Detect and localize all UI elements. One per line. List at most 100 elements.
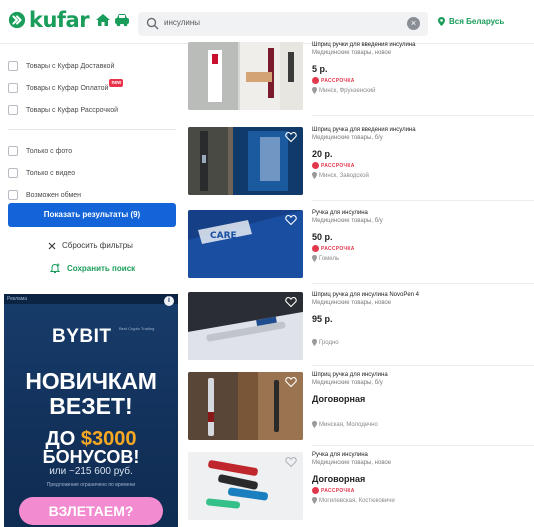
listing-price: 20 р. [312,149,333,159]
listing-title[interactable]: Шприц ручка для введения инсулина [312,126,534,134]
listing-photo[interactable] [188,42,303,110]
new-badge: new [109,79,124,87]
ad-topbar [4,294,178,304]
ad-headline-1: НОВИЧКАМ [25,368,157,394]
listing-photo[interactable] [188,372,303,440]
location-pin-icon [312,172,317,179]
listing-info: Шприц ручка для инсулина Медицинские тов… [312,371,534,428]
listing-info: Ручка для инсулина Медицинские товары, н… [312,451,534,504]
listing-item[interactable]: CARE Ручка для инсулина Медицинские това… [188,206,534,284]
divider [312,200,534,201]
listing-item[interactable]: Ручка для инсулина Медицинские товары, н… [188,448,534,526]
reset-filters-label: Сбросить фильтры [62,241,133,250]
listing-item[interactable]: Шприц ручка для инсулина NovoPen 4 Медиц… [188,288,534,366]
ad-brand-sub: Best Crypto Trading [119,326,155,331]
filter-label: Товары с Куфар Оплатой [26,84,109,92]
checkbox[interactable] [8,190,18,200]
car-icon[interactable] [114,13,130,27]
insulin-box-image [188,42,303,110]
bell-plus-icon [50,263,61,273]
checkbox[interactable] [8,146,18,156]
listing-price: Договорная [312,474,366,484]
listing-info: Шприц ручка для инсулина NovoPen 4 Медиц… [312,291,534,346]
checkbox[interactable] [8,168,18,178]
ad-cta-button[interactable]: ВЗЛЕТАЕМ? [19,497,163,525]
listing-price: 50 р. [312,232,333,242]
filter-kufar-installment[interactable]: Товары с Куфар Рассрочкой [8,99,178,121]
listing-location: Гродно [312,339,534,346]
listing-location: Минск, Заводской [312,172,534,179]
kufar-logo-icon [8,11,26,29]
region-selector[interactable]: Вся Беларусь [438,17,504,26]
location-label: Минск, Фрунзенский [319,87,376,94]
show-results-button[interactable]: Показать результаты (9) [8,203,176,227]
search-icon [146,17,159,30]
save-search-label: Сохранить поиск [67,264,136,273]
listing-category: Медицинские товары, б/у [312,380,383,386]
search-input[interactable]: инсулины × [138,12,428,36]
installment-badge: РАССРОЧКА [312,162,534,169]
checkbox[interactable] [8,83,18,93]
search-query: инсулины [164,18,201,27]
region-label: Вся Беларусь [449,17,505,26]
installment-icon [312,77,319,84]
svg-text:CARE: CARE [210,231,237,241]
kufar-logo[interactable]: kufar [8,8,90,32]
location-label: Минск, Заводской [319,172,369,179]
home-icon[interactable] [95,13,111,27]
favorite-heart-icon[interactable] [285,131,297,143]
listing-info: Ручка для инсулина Медицинские товары, б… [312,209,534,262]
filter-label: Только с видео [26,169,76,177]
location-pin-icon [438,17,445,26]
listing-category: Медицинские товары, новое [312,300,392,306]
listing-title[interactable]: Ручка для инсулина [312,451,534,459]
checkbox[interactable] [8,105,18,115]
logo-text: kufar [29,8,90,32]
filter-kufar-delivery[interactable]: Товары с Куфар Доставкой [8,55,178,77]
filter-label: Возможен обмен [26,191,82,199]
divider [312,115,534,116]
location-label: Гомель [319,255,340,262]
listing-photo[interactable] [188,452,303,520]
listing-title[interactable]: Шприц ручка для инсулина NovoPen 4 [312,291,534,299]
divider [312,445,534,446]
listing-category: Медицинские товары, б/у [312,135,383,141]
ad-brand: BYBIT [52,326,112,347]
listing-item[interactable]: Шприц ручка для инсулина Медицинские тов… [188,368,534,446]
listing-photo[interactable] [188,127,303,195]
filters-panel: Товары с Куфар Доставкой Товары с Куфар … [8,55,178,206]
listing-photo[interactable] [188,292,303,360]
filter-kufar-payment[interactable]: Товары с Куфар Оплатой new [8,77,178,99]
location-label: Минская, Молодечно [319,421,378,428]
clear-search-icon[interactable]: × [407,17,420,30]
listing-price: 95 р. [312,314,333,324]
ad-banner[interactable]: Реклама i BYBIT Best Crypto Trading НОВИ… [4,294,178,527]
listing-photo[interactable]: CARE [188,210,303,278]
filter-photo-only[interactable]: Только с фото [8,140,178,162]
favorite-heart-icon[interactable] [285,214,297,226]
filter-label: Только с фото [26,147,73,155]
location-pin-icon [312,87,317,94]
listing-category: Медицинские товары, новое [312,460,392,466]
favorite-heart-icon[interactable] [285,376,297,388]
reset-filters-button[interactable]: Сбросить фильтры [48,241,133,250]
save-search-button[interactable]: Сохранить поиск [50,263,135,274]
ad-headline-2: ВЕЗЕТ! [49,393,133,419]
listing-title[interactable]: Шприц ручка для инсулина [312,371,534,379]
listing-price: Договорная [312,394,366,404]
installment-label: РАССРОЧКА [321,487,355,494]
listing-category: Медицинские товары, новое [312,50,392,56]
favorite-heart-icon[interactable] [285,456,297,468]
listing-title[interactable]: Ручка для инсулина [312,209,534,217]
installment-label: РАССРОЧКА [321,77,355,84]
checkbox[interactable] [8,61,18,71]
location-label: Гродно [319,339,339,346]
listing-category: Медицинские товары, б/у [312,218,383,224]
filter-video-only[interactable]: Только с видео [8,162,178,184]
listing-item[interactable]: Шприц ручки для введения инсулина Медици… [188,38,534,116]
ad-info-icon[interactable]: i [164,296,174,306]
listing-item[interactable]: Шприц ручка для введения инсулина Медици… [188,123,534,201]
favorite-heart-icon[interactable] [285,296,297,308]
location-pin-icon [312,497,317,504]
listing-title[interactable]: Шприц ручки для введения инсулина [312,41,534,49]
